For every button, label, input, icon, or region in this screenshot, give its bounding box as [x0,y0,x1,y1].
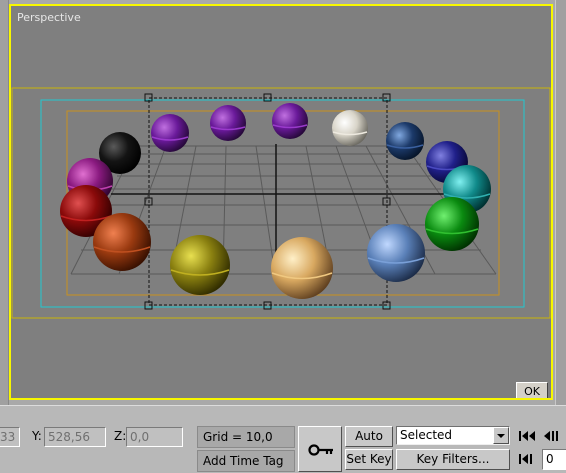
key-mode-toggle-icon[interactable] [516,451,538,467]
sphere-navy [386,122,424,160]
sphere-purple-3 [272,103,308,139]
previous-frame-icon[interactable] [542,428,564,444]
grid-size-display: Grid = 10,0 [197,426,295,448]
key-filters-button[interactable]: Key Filters... [396,449,510,470]
z-coordinate-field[interactable]: 0,0 [126,427,183,447]
sphere-rust [93,213,151,271]
sphere-purple-2 [210,105,246,141]
set-key-toggle-button[interactable] [298,426,342,472]
sphere-green [425,197,479,251]
sphere-steel-blue [367,224,425,282]
sphere-olive [170,235,230,295]
left-panel-edge [0,0,9,405]
sphere-tan [271,237,333,299]
key-set-dropdown-value: Selected [400,428,453,442]
ok-button[interactable]: OK [516,382,548,398]
viewport-label[interactable]: Perspective [17,11,81,24]
key-set-dropdown[interactable]: Selected [396,426,510,445]
go-to-start-icon[interactable] [516,428,538,444]
x-coordinate-field[interactable]: 33 [0,427,20,447]
y-label: Y: [32,429,42,443]
z-label: Z: [114,429,127,443]
auto-key-button[interactable]: Auto Key [345,426,393,462]
set-key-button[interactable]: Set Key [345,449,393,470]
right-panel-edge [555,0,566,405]
chevron-down-icon[interactable] [493,427,509,444]
perspective-viewport[interactable]: Perspective OK [9,4,553,400]
sphere-white [332,110,368,146]
status-bar: 33 Y: 528,56 Z: 0,0 Grid = 10,0 Add Time… [0,405,566,473]
add-time-tag-button[interactable]: Add Time Tag [197,450,295,472]
current-frame-field[interactable]: 0 [542,449,566,470]
y-coordinate-field[interactable]: 528,56 [44,427,106,447]
key-icon [308,444,333,456]
scene-render [11,87,551,319]
sphere-purple-1 [151,114,189,152]
